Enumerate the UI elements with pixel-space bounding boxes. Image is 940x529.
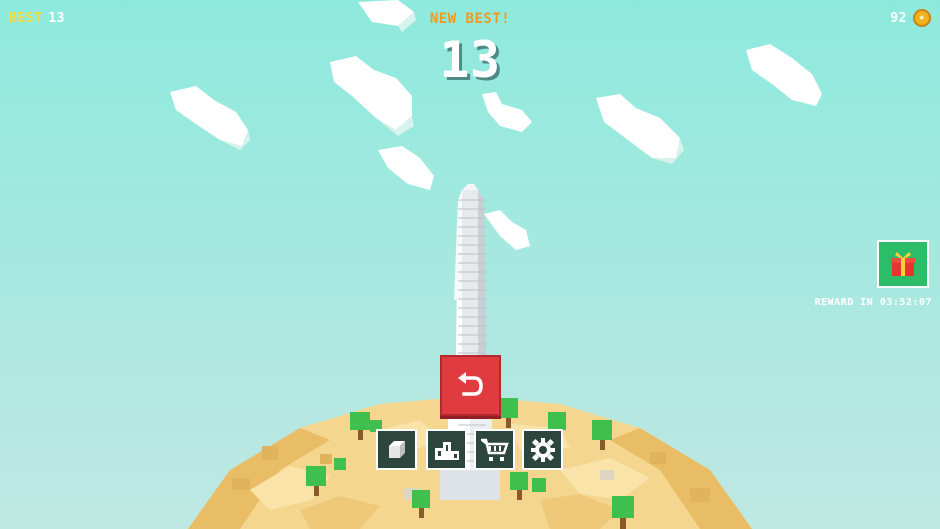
star-coin-icon: ★ xyxy=(913,9,931,27)
cart-icon xyxy=(480,438,509,461)
new-best-banner: NEW BEST! xyxy=(429,11,511,27)
coin-count: 92 xyxy=(890,10,907,26)
tree xyxy=(334,458,346,470)
current-score: 13 xyxy=(439,31,501,89)
coin-counter: 92 ★ xyxy=(890,9,931,27)
gift-icon xyxy=(891,252,915,276)
podium-icon xyxy=(434,441,459,460)
gear-icon xyxy=(530,437,555,462)
settings-button[interactable] xyxy=(522,429,563,470)
leaderboard-button[interactable] xyxy=(426,429,467,470)
tree xyxy=(532,478,546,492)
cube-icon xyxy=(388,440,405,458)
restart-arrow-icon xyxy=(457,371,483,396)
gift-button[interactable] xyxy=(877,240,929,288)
reward-timer: REWARD IN 03:52:07 xyxy=(814,297,932,308)
shop-button[interactable] xyxy=(474,429,515,470)
restart-button[interactable] xyxy=(440,355,501,416)
skins-button[interactable] xyxy=(376,429,417,470)
